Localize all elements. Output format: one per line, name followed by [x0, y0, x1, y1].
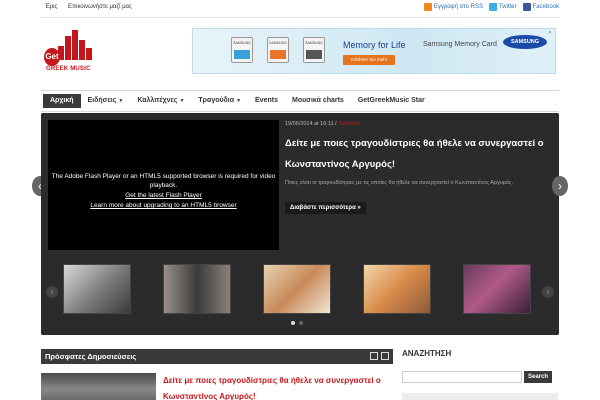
- card-stripe: [306, 50, 322, 59]
- nav-label: Μουσικά charts: [291, 97, 344, 104]
- facebook-link[interactable]: Facebook: [522, 3, 559, 11]
- ad-banner[interactable]: SAMSUNG SAMSUNG SAMSUNG Memory for Life …: [192, 28, 556, 74]
- post-title[interactable]: Δείτε με ποιες τραγουδίστριες θα ήθελε ν…: [163, 373, 393, 400]
- chevron-right-icon: ›: [558, 179, 562, 193]
- thumbnail[interactable]: [263, 264, 331, 314]
- pagination-dot[interactable]: [299, 321, 303, 325]
- chevron-down-icon: ▼: [179, 98, 185, 104]
- logo-bar: [79, 40, 85, 60]
- chevron-down-icon: ▼: [118, 98, 124, 104]
- site-logo[interactable]: Get GREEK MUSIC: [44, 30, 92, 72]
- recent-posts-heading: Πρόσφατες Δημοσιεύσεις: [41, 349, 393, 364]
- sidebar-strip: [402, 393, 558, 400]
- slide-description: Ποιες είναι οι τραγουδίστριες με τις οπο…: [285, 180, 514, 186]
- search-input[interactable]: [402, 371, 522, 383]
- memory-card: SAMSUNG: [267, 37, 289, 63]
- search-heading: ΑΝΑΖΗΤΗΣΗ: [402, 349, 452, 358]
- top-bar: Έρις Επικοινωνήστε μαζί μας Εγγραφή στο …: [41, 0, 559, 18]
- rss-label: Εγγραφή στο RSS: [433, 4, 483, 10]
- card-label: SAMSUNG: [305, 41, 323, 45]
- nav-item-events[interactable]: Events: [248, 94, 285, 108]
- facebook-icon: [522, 3, 531, 11]
- chevron-right-icon: ›: [546, 287, 550, 296]
- video-message: The Adobe Flash Player or an HTML5 suppo…: [51, 173, 276, 189]
- post-date: 19/06/2014 at 16:11 /: [285, 121, 337, 127]
- nav-label: Events: [255, 97, 278, 104]
- facebook-label: Facebook: [532, 4, 559, 10]
- card-label: SAMSUNG: [233, 41, 251, 45]
- slide-title[interactable]: Δείτε με ποιες τραγουδίστριες θα ήθελε ν…: [285, 133, 547, 175]
- thumbnail[interactable]: [363, 264, 431, 314]
- nav-label: GetGreekMusic Star: [357, 97, 425, 104]
- pagination-dot[interactable]: [291, 321, 295, 325]
- slider-thumbnails: [41, 259, 559, 319]
- post-thumbnail[interactable]: [41, 373, 156, 400]
- main-nav: Αρχική Ειδήσεις ▼ Καλλιτέχνες ▼ Τραγούδια ▼…: [41, 90, 559, 112]
- nav-item-star[interactable]: GetGreekMusic Star: [351, 94, 432, 108]
- top-links: Έρις Επικοινωνήστε μαζί μας: [45, 4, 141, 10]
- rss-icon: [423, 3, 432, 11]
- slider-next-button[interactable]: ›: [552, 176, 568, 196]
- chevron-left-icon: ‹: [50, 287, 54, 296]
- thumbnail[interactable]: [63, 264, 131, 314]
- html5-link[interactable]: Learn more about upgrading to an HTML5 b…: [48, 202, 279, 209]
- memory-card: SAMSUNG: [231, 37, 253, 63]
- ad-subtitle: Samsung Memory Card: [423, 41, 497, 48]
- ad-cta-button[interactable]: Erfahren Sie mehr: [343, 55, 395, 65]
- list-view-icon[interactable]: [370, 352, 378, 360]
- featured-slider: The Adobe Flash Player or an HTML5 suppo…: [41, 113, 559, 335]
- nav-item-artists[interactable]: Καλλιτέχνες ▼: [130, 94, 191, 108]
- social-links: Εγγραφή στο RSS Twitter Facebook: [423, 3, 559, 11]
- logo-bar: [65, 36, 71, 60]
- nav-label: Καλλιτέχνες: [137, 97, 178, 104]
- logo-word: GREEK MUSIC: [46, 66, 91, 72]
- twitter-link[interactable]: Twitter: [488, 3, 517, 11]
- ad-brand-logo: SAMSUNG: [503, 35, 547, 49]
- logo-mark: Get: [44, 48, 60, 66]
- logo-bar: [86, 48, 92, 60]
- ad-title: Memory for Life: [343, 40, 406, 50]
- nav-item-songs[interactable]: Τραγούδια ▼: [191, 94, 248, 108]
- thumbs-prev-button[interactable]: ‹: [46, 286, 58, 298]
- chevron-down-icon: ▼: [236, 98, 242, 104]
- twitter-label: Twitter: [498, 4, 517, 10]
- logo-bar: [72, 30, 78, 60]
- search-button[interactable]: Search: [524, 371, 552, 383]
- thumbs-next-button[interactable]: ›: [542, 286, 554, 298]
- card-stripe: [234, 50, 250, 59]
- video-player[interactable]: The Adobe Flash Player or an HTML5 suppo…: [48, 120, 279, 250]
- nav-item-home[interactable]: Αρχική: [43, 94, 81, 108]
- nav-label: Τραγούδια: [198, 97, 235, 104]
- top-link-contact[interactable]: Επικοινωνήστε μαζί μας: [68, 4, 132, 10]
- thumbnail[interactable]: [163, 264, 231, 314]
- top-link-home[interactable]: Έρις: [45, 4, 57, 10]
- post-category[interactable]: Ειδήσεις: [340, 121, 361, 127]
- memory-card: SAMSUNG: [303, 37, 325, 63]
- card-label: SAMSUNG: [269, 41, 287, 45]
- view-toggle: [370, 352, 389, 360]
- thumbnail[interactable]: [463, 264, 531, 314]
- read-more-button[interactable]: Διαβάστε περισσότερα »: [285, 202, 366, 214]
- grid-view-icon[interactable]: [381, 352, 389, 360]
- nav-item-charts[interactable]: Μουσικά charts: [285, 94, 351, 108]
- recent-heading-label: Πρόσφατες Δημοσιεύσεις: [45, 352, 137, 361]
- card-stripe: [270, 50, 286, 59]
- nav-label: Αρχική: [50, 97, 74, 104]
- nav-label: Ειδήσεις: [87, 97, 117, 104]
- post-meta: 19/06/2014 at 16:11 /Ειδήσεις: [285, 121, 360, 127]
- rss-link[interactable]: Εγγραφή στο RSS: [423, 3, 483, 11]
- ad-close-icon[interactable]: ×: [547, 30, 553, 36]
- slider-pagination: [291, 321, 303, 325]
- flash-link[interactable]: Get the latest Flash Player: [48, 192, 279, 199]
- twitter-icon: [488, 3, 497, 11]
- nav-item-news[interactable]: Ειδήσεις ▼: [81, 94, 131, 108]
